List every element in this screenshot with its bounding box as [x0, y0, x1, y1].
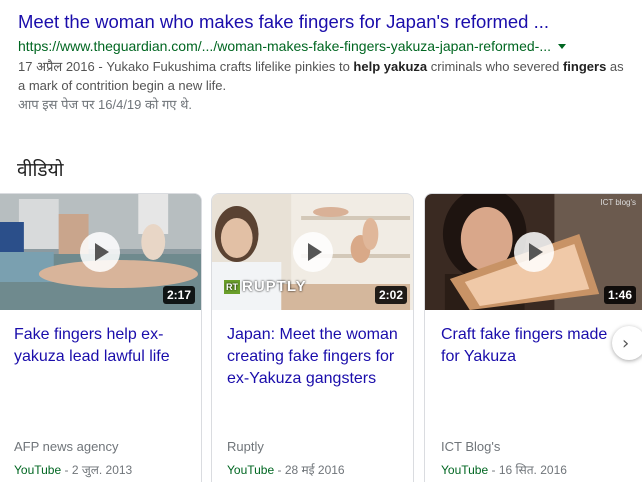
video-meta: YouTube - 28 मई 2016	[227, 461, 345, 478]
play-icon[interactable]	[80, 232, 120, 272]
snippet-highlight: fingers	[562, 59, 607, 74]
play-icon[interactable]	[292, 232, 333, 272]
video-source: ICT Blog's	[441, 439, 501, 454]
video-card[interactable]: RT RUPTLY 2:02 Japan: Meet the woman crea…	[211, 193, 414, 482]
visited-note: आप इस पेज पर 16/4/19 को गए थे.	[18, 97, 193, 112]
video-platform: YouTube	[14, 463, 62, 477]
videos-section-title: वीडियो	[17, 159, 64, 181]
result-url-row: https://www.theguardian.com/.../woman-ma…	[18, 36, 638, 56]
video-source: Ruptly	[227, 439, 264, 454]
video-thumbnail[interactable]: ICT blog's 1:46	[425, 194, 642, 310]
snippet-date: 17 अप्रैल 2016 -	[18, 59, 107, 74]
chevron-down-icon[interactable]	[558, 43, 566, 49]
video-card[interactable]: 2:17 Fake fingers help ex-yakuza lead la…	[0, 193, 202, 482]
video-platform: YouTube	[227, 463, 275, 477]
video-meta: YouTube - 16 सित. 2016	[441, 461, 567, 478]
video-duration: 2:17	[162, 286, 195, 304]
snippet-text: criminals who severed	[427, 59, 563, 74]
video-duration: 2:02	[374, 286, 407, 304]
video-platform: YouTube	[441, 463, 489, 477]
video-thumbnail[interactable]: RT RUPTLY 2:02	[212, 194, 413, 310]
result-url[interactable]: https://www.theguardian.com/.../woman-ma…	[18, 38, 551, 54]
video-title[interactable]: Fake fingers help ex-yakuza lead lawful …	[14, 324, 192, 368]
watermark-text: RUPTLY	[242, 278, 307, 295]
chevron-right-icon: ›	[622, 333, 630, 354]
search-result: Meet the woman who makes fake fingers fo…	[18, 10, 638, 114]
video-date: - 28 मई 2016	[274, 463, 345, 477]
result-snippet: 17 अप्रैल 2016 - Yukako Fukushima crafts…	[18, 57, 628, 95]
play-icon[interactable]	[513, 232, 554, 272]
next-videos-button[interactable]: ›	[612, 326, 642, 360]
rt-logo: RT	[224, 280, 240, 295]
video-duration: 1:46	[603, 286, 636, 304]
video-card[interactable]: ICT blog's 1:46 Craft fake fingers made …	[424, 193, 642, 482]
video-source: AFP news agency	[14, 439, 119, 454]
video-thumbnail[interactable]: 2:17	[0, 194, 201, 310]
result-title-link[interactable]: Meet the woman who makes fake fingers fo…	[18, 10, 638, 34]
video-title[interactable]: Japan: Meet the woman creating fake fing…	[227, 324, 405, 390]
ict-watermark: ICT blog's	[600, 198, 636, 207]
video-date: - 16 सित. 2016	[488, 463, 567, 477]
snippet-text: Yukako Fukushima crafts lifelike pinkies…	[106, 59, 354, 74]
video-meta: YouTube - 2 जुल. 2013	[14, 461, 132, 478]
ruptly-watermark: RT RUPTLY	[224, 278, 307, 295]
video-title[interactable]: Craft fake fingers made for Yakuza	[441, 324, 621, 368]
video-date: - 2 जुल. 2013	[61, 463, 133, 477]
snippet-highlight: help yakuza	[353, 59, 428, 74]
